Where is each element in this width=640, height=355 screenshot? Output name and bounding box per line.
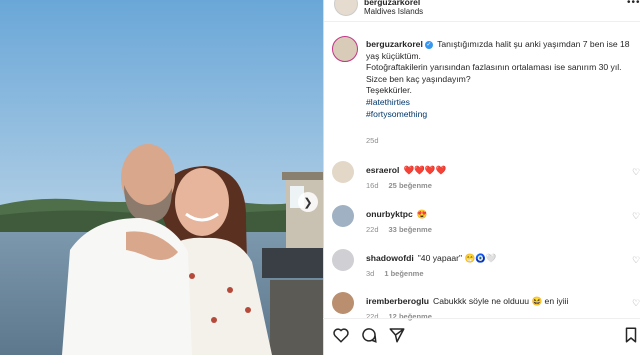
comment-username[interactable]: esraerol: [366, 165, 399, 175]
comment-username[interactable]: iremberberoglu: [366, 296, 429, 306]
comment-time: 22d: [366, 225, 379, 234]
comment-meta: 22d 33 beğenme: [366, 225, 432, 234]
comment-avatar[interactable]: [332, 292, 354, 314]
comment-meta: 22d 12 beğenme: [366, 312, 432, 321]
comment-time: 22d: [366, 312, 379, 321]
comment-avatar[interactable]: [332, 205, 354, 227]
comment-likes[interactable]: 25 beğenme: [389, 181, 432, 190]
comment-body: 😍: [416, 209, 428, 219]
comment-likes[interactable]: 12 beğenme: [389, 312, 432, 321]
hashtag-fortysomething[interactable]: #fortysomething: [366, 109, 634, 121]
comment-text: iremberberoglu Cabukkk söyle ne olduuu 😆 …: [366, 296, 568, 307]
post-time: 25d: [366, 136, 379, 145]
comment-item: shadowofdi "40 yapaar" 😁🧿🤍 3d 1 beğenme ♡: [332, 249, 640, 289]
caption-username[interactable]: berguzarkorel: [366, 39, 423, 49]
next-photo-button[interactable]: ❯: [298, 192, 318, 212]
comment-likes[interactable]: 1 beğenme: [384, 269, 423, 278]
comment-username[interactable]: onurbyktpc: [366, 209, 413, 219]
comment-avatar[interactable]: [332, 249, 354, 271]
comment-meta: 3d 1 beğenme: [366, 269, 424, 278]
header-avatar[interactable]: [334, 0, 358, 16]
share-send-icon[interactable]: [388, 326, 406, 344]
comment-meta: 16d 25 beğenme: [366, 181, 432, 190]
header-username[interactable]: berguzarkorel: [364, 0, 420, 7]
caption-line-4: Teşekkürler.: [366, 85, 412, 96]
comment-body: Cabukkk söyle ne olduuu 😆 en iyiii: [433, 296, 569, 306]
comment-avatar[interactable]: [332, 161, 354, 183]
post-actions-bar: [332, 326, 640, 346]
comment-body: "40 yapaar" 😁🧿🤍: [417, 253, 497, 263]
verified-badge-icon: ✓: [424, 40, 433, 49]
comment-text: onurbyktpc 😍: [366, 209, 428, 220]
like-heart-icon[interactable]: [332, 326, 350, 344]
comment-time: 3d: [366, 269, 375, 278]
comment-text: esraerol ❤️❤️❤️❤️: [366, 165, 446, 176]
post-caption: berguzarkorel ✓ Tanıştığımızda halit şu a…: [366, 39, 634, 120]
post-photo[interactable]: ❯: [0, 0, 323, 355]
comment-item: esraerol ❤️❤️❤️❤️ 16d 25 beğenme ♡: [332, 161, 640, 201]
more-options-icon[interactable]: •••: [627, 0, 640, 8]
caption-line-2: Fotoğraftakilerin yarısından fazlasının …: [366, 62, 622, 73]
comment-text: shadowofdi "40 yapaar" 😁🧿🤍: [366, 253, 497, 264]
comment-like-heart-icon[interactable]: ♡: [632, 211, 640, 222]
comment-bubble-icon[interactable]: [360, 326, 378, 344]
comment-time: 16d: [366, 181, 379, 190]
comment-likes[interactable]: 33 beğenme: [389, 225, 432, 234]
caption-line-3: Sizce ben kaç yaşındayım?: [366, 73, 471, 84]
instagram-post-view: ❯ berguzarkorel Maldives Islands ••• ber…: [0, 0, 640, 355]
caption-avatar[interactable]: [332, 36, 358, 62]
comment-like-heart-icon[interactable]: ♡: [632, 255, 640, 266]
comment-like-heart-icon[interactable]: ♡: [632, 298, 640, 309]
post-header: berguzarkorel Maldives Islands •••: [324, 0, 640, 22]
photo-scene: [0, 0, 323, 355]
header-location[interactable]: Maldives Islands: [364, 7, 423, 16]
comment-body: ❤️❤️❤️❤️: [403, 165, 447, 175]
save-bookmark-icon[interactable]: [622, 326, 640, 344]
comment-username[interactable]: shadowofdi: [366, 253, 414, 263]
actions-divider: [323, 318, 640, 319]
hashtag-latethirties[interactable]: #latethirties: [366, 97, 634, 109]
comment-item: onurbyktpc 😍 22d 33 beğenme ♡: [332, 205, 640, 245]
comment-like-heart-icon[interactable]: ♡: [632, 167, 640, 178]
